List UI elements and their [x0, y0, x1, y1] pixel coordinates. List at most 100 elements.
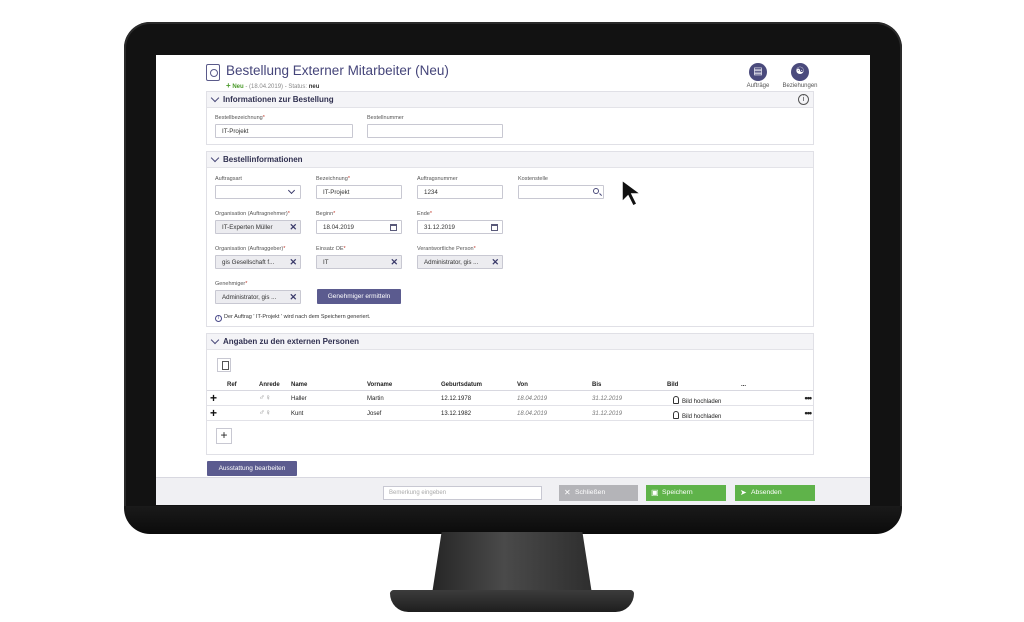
- bestellbezeichnung-label: Bestellbezeichnung*: [215, 115, 265, 121]
- page-subtitle: + Neu - (18.04.2019) - Status: neu: [226, 81, 319, 90]
- org-geber-field[interactable]: gis Gesellschaft f... ✕: [215, 255, 301, 269]
- orders-icon: ▤: [749, 63, 767, 81]
- cell-bis: 31.12.2019: [592, 411, 623, 417]
- cell-von: 18.04.2019: [517, 411, 548, 417]
- person-icon: [673, 396, 679, 404]
- send-button[interactable]: ➤ Absenden: [735, 485, 815, 501]
- col-bis: Bis: [592, 382, 602, 388]
- cell-geburtsdatum: 12.12.1978: [441, 396, 472, 402]
- beginn-label: Beginn*: [316, 211, 336, 217]
- order-info-title: Informationen zur Bestellung: [223, 95, 334, 104]
- gender-icon[interactable]: ♂♀: [259, 393, 271, 402]
- toolbar-orders-button[interactable]: ▤ Aufträge: [738, 63, 778, 89]
- monitor-neck: [432, 532, 592, 594]
- einsatz-oe-field[interactable]: IT ✕: [316, 255, 402, 269]
- gender-icon[interactable]: ♂♀: [259, 408, 271, 417]
- ende-label: Ende*: [417, 211, 432, 217]
- persons-title: Angaben zu den externen Personen: [223, 337, 360, 346]
- toolbar-relations-button[interactable]: ☯ Beziehungen: [780, 63, 820, 89]
- bezeichnung-label: Bezeichnung*: [316, 176, 350, 182]
- col-anrede: Anrede: [259, 382, 280, 388]
- more-icon[interactable]: •••: [805, 408, 813, 418]
- verantwortlich-label: Verantwortliche Person*: [417, 246, 476, 252]
- monitor-chin: [124, 506, 902, 534]
- beginn-field[interactable]: 18.04.2019: [316, 220, 402, 234]
- toolbar-relations-label: Beziehungen: [782, 83, 818, 89]
- clear-icon[interactable]: ✕: [289, 222, 297, 232]
- einsatz-oe-label: Einsatz OE*: [316, 246, 346, 252]
- cell-geburtsdatum: 13.12.1982: [441, 411, 472, 417]
- close-button[interactable]: ✕ Schließen: [559, 485, 638, 501]
- save-button[interactable]: ▣ Speichern: [646, 485, 726, 501]
- cell-name: Kunt: [291, 411, 304, 417]
- info-icon[interactable]: i: [798, 94, 809, 105]
- kostenstelle-field[interactable]: [518, 185, 604, 199]
- cell-vorname: Josef: [367, 411, 382, 417]
- chevron-down-icon: [210, 335, 220, 345]
- persons-header[interactable]: Angaben zu den externen Personen: [207, 334, 813, 350]
- auftragsart-select[interactable]: [215, 185, 301, 199]
- search-icon[interactable]: [593, 188, 599, 194]
- col-name: Name: [291, 382, 308, 388]
- col-von: Von: [517, 382, 528, 388]
- bezeichnung-field[interactable]: IT-Projekt: [316, 185, 402, 199]
- auftragsart-label: Auftragsart: [215, 176, 242, 182]
- clear-icon[interactable]: ✕: [289, 292, 297, 302]
- genehmiger-label: Genehmiger*: [215, 281, 248, 287]
- order-info-section: Informationen zur Bestellung i Bestellbe…: [206, 91, 814, 145]
- more-icon[interactable]: •••: [805, 393, 813, 403]
- ausstattung-bearbeiten-button[interactable]: Ausstattung bearbeiten: [207, 461, 297, 476]
- mouse-cursor-icon: [621, 178, 644, 208]
- new-badge: Neu: [232, 84, 244, 90]
- calendar-icon[interactable]: [390, 224, 397, 231]
- person-icon: [673, 411, 679, 419]
- cell-von: 18.04.2019: [517, 396, 548, 402]
- info-icon: i: [215, 315, 222, 322]
- order-details-header[interactable]: Bestellinformationen: [207, 152, 813, 168]
- clear-icon[interactable]: ✕: [390, 257, 398, 267]
- status-value: neu: [308, 84, 320, 90]
- order-info-header[interactable]: Informationen zur Bestellung i: [207, 92, 813, 108]
- col-geburtsdatum: Geburtsdatum: [441, 382, 483, 388]
- info-note: i Der Auftrag ' IT-Projekt ' wird nach de…: [215, 314, 370, 322]
- cell-vorname: Martin: [367, 396, 384, 402]
- order-details-title: Bestellinformationen: [223, 155, 303, 164]
- col-more: ...: [741, 382, 747, 388]
- org-nehmer-field[interactable]: IT-Experten Müller ✕: [215, 220, 301, 234]
- document-icon[interactable]: [217, 358, 231, 372]
- table-row[interactable]: + ♂♀ Haller Martin 12.12.1978 18.04.2019…: [207, 392, 813, 406]
- upload-image-link[interactable]: Bild hochladen: [673, 396, 721, 405]
- send-icon: ➤: [740, 488, 747, 497]
- bestellnummer-label: Bestellnummer: [367, 115, 404, 121]
- persons-section: Angaben zu den externen Personen Ref Anr…: [206, 333, 814, 455]
- chevron-down-icon: [210, 153, 220, 163]
- clear-icon[interactable]: ✕: [491, 257, 499, 267]
- clear-icon[interactable]: ✕: [289, 257, 297, 267]
- bestellnummer-field[interactable]: [367, 124, 503, 138]
- handshake-icon: ☯: [791, 63, 809, 81]
- expand-row-icon[interactable]: +: [210, 407, 217, 419]
- close-icon: ✕: [564, 488, 571, 497]
- genehmiger-field[interactable]: Administrator, gis ... ✕: [215, 290, 301, 304]
- org-geber-label: Organisation (Auftraggeber)*: [215, 246, 286, 252]
- upload-image-link[interactable]: Bild hochladen: [673, 411, 721, 420]
- cell-name: Haller: [291, 396, 307, 402]
- calendar-icon[interactable]: [491, 224, 498, 231]
- screen: Bestellung Externer Mitarbeiter (Neu) + …: [156, 55, 870, 505]
- auftragsnummer-label: Auftragsnummer: [417, 176, 458, 182]
- auftragsnummer-field[interactable]: 1234: [417, 185, 503, 199]
- meta-text: - (18.04.2019) - Status:: [245, 84, 308, 90]
- expand-row-icon[interactable]: +: [210, 392, 217, 404]
- save-icon: ▣: [651, 488, 659, 497]
- verantwortlich-field[interactable]: Administrator, gis ... ✕: [417, 255, 503, 269]
- remark-input[interactable]: Bemerkung eingeben: [383, 486, 542, 500]
- genehmiger-ermitteln-button[interactable]: Genehmiger ermitteln: [317, 289, 401, 304]
- bestellbezeichnung-field[interactable]: IT-Projekt: [215, 124, 353, 138]
- add-person-button[interactable]: +: [216, 428, 232, 444]
- table-row[interactable]: + ♂♀ Kunt Josef 13.12.1982 18.04.2019 31…: [207, 407, 813, 421]
- ende-field[interactable]: 31.12.2019: [417, 220, 503, 234]
- app-window: Bestellung Externer Mitarbeiter (Neu) + …: [156, 55, 870, 505]
- monitor-stage: Bestellung Externer Mitarbeiter (Neu) + …: [0, 0, 1024, 622]
- order-document-icon: [206, 64, 220, 81]
- org-nehmer-label: Organisation (Auftragnehmer)*: [215, 211, 290, 217]
